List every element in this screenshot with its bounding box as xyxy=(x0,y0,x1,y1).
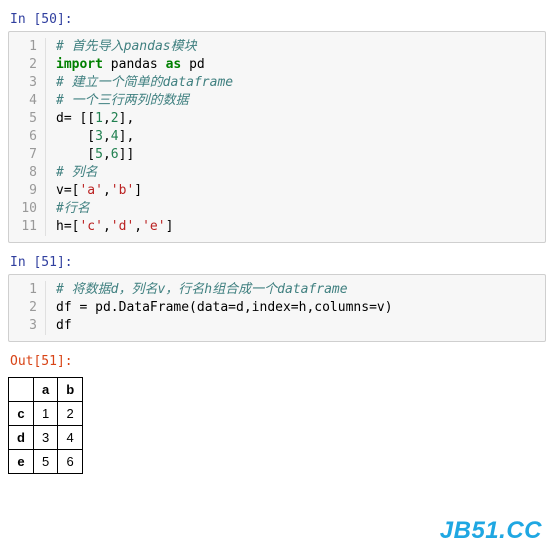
table-row: e56 xyxy=(9,450,83,474)
line-number: 4 xyxy=(15,92,37,110)
line-number: 8 xyxy=(15,164,37,182)
table-cell: 5 xyxy=(33,450,57,474)
code-line[interactable]: # 将数据d，列名v，行名h组合成一个dataframe xyxy=(56,281,535,299)
code-cell: In [51]:123# 将数据d，列名v，行名h组合成一个dataframed… xyxy=(8,251,546,342)
line-number: 6 xyxy=(15,128,37,146)
dataframe-table: abc12d34e56 xyxy=(8,377,83,474)
table-cell: 6 xyxy=(58,450,83,474)
code-line[interactable]: df = pd.DataFrame(data=d,index=h,columns… xyxy=(56,299,535,317)
code-body[interactable]: # 将数据d，列名v，行名h组合成一个dataframedf = pd.Data… xyxy=(46,281,545,335)
code-line[interactable]: [5,6]] xyxy=(56,146,535,164)
code-line[interactable]: [3,4], xyxy=(56,128,535,146)
code-area[interactable]: 1234567891011# 首先导入pandas模块import pandas… xyxy=(8,31,546,243)
line-gutter: 123 xyxy=(9,281,46,335)
row-header: d xyxy=(9,426,34,450)
code-line[interactable]: df xyxy=(56,317,535,335)
line-number: 3 xyxy=(15,74,37,92)
code-cell: In [50]:1234567891011# 首先导入pandas模块impor… xyxy=(8,8,546,243)
code-line[interactable]: # 列名 xyxy=(56,164,535,182)
table-row: c12 xyxy=(9,402,83,426)
table-corner xyxy=(9,378,34,402)
code-body[interactable]: # 首先导入pandas模块import pandas as pd# 建立一个简… xyxy=(46,38,545,236)
code-line[interactable]: h=['c','d','e'] xyxy=(56,218,535,236)
code-line[interactable]: # 首先导入pandas模块 xyxy=(56,38,535,56)
line-gutter: 1234567891011 xyxy=(9,38,46,236)
line-number: 2 xyxy=(15,299,37,317)
input-prompt: In [51]: xyxy=(8,251,546,274)
code-area[interactable]: 123# 将数据d，列名v，行名h组合成一个dataframedf = pd.D… xyxy=(8,274,546,342)
line-number: 3 xyxy=(15,317,37,335)
line-number: 5 xyxy=(15,110,37,128)
column-header: b xyxy=(58,378,83,402)
table-row: d34 xyxy=(9,426,83,450)
input-prompt: In [50]: xyxy=(8,8,546,31)
table-cell: 2 xyxy=(58,402,83,426)
code-line[interactable]: v=['a','b'] xyxy=(56,182,535,200)
line-number: 1 xyxy=(15,281,37,299)
line-number: 7 xyxy=(15,146,37,164)
line-number: 9 xyxy=(15,182,37,200)
line-number: 1 xyxy=(15,38,37,56)
output-prompt: Out[51]: xyxy=(8,350,546,373)
line-number: 2 xyxy=(15,56,37,74)
code-line[interactable]: d= [[1,2], xyxy=(56,110,535,128)
row-header: c xyxy=(9,402,34,426)
row-header: e xyxy=(9,450,34,474)
line-number: 10 xyxy=(15,200,37,218)
code-line[interactable]: #行名 xyxy=(56,200,535,218)
code-line[interactable]: # 一个三行两列的数据 xyxy=(56,92,535,110)
line-number: 11 xyxy=(15,218,37,236)
column-header: a xyxy=(33,378,57,402)
code-line[interactable]: # 建立一个简单的dataframe xyxy=(56,74,535,92)
code-line[interactable]: import pandas as pd xyxy=(56,56,535,74)
watermark-text: JB51.CC xyxy=(440,517,542,545)
table-cell: 1 xyxy=(33,402,57,426)
table-cell: 3 xyxy=(33,426,57,450)
table-cell: 4 xyxy=(58,426,83,450)
